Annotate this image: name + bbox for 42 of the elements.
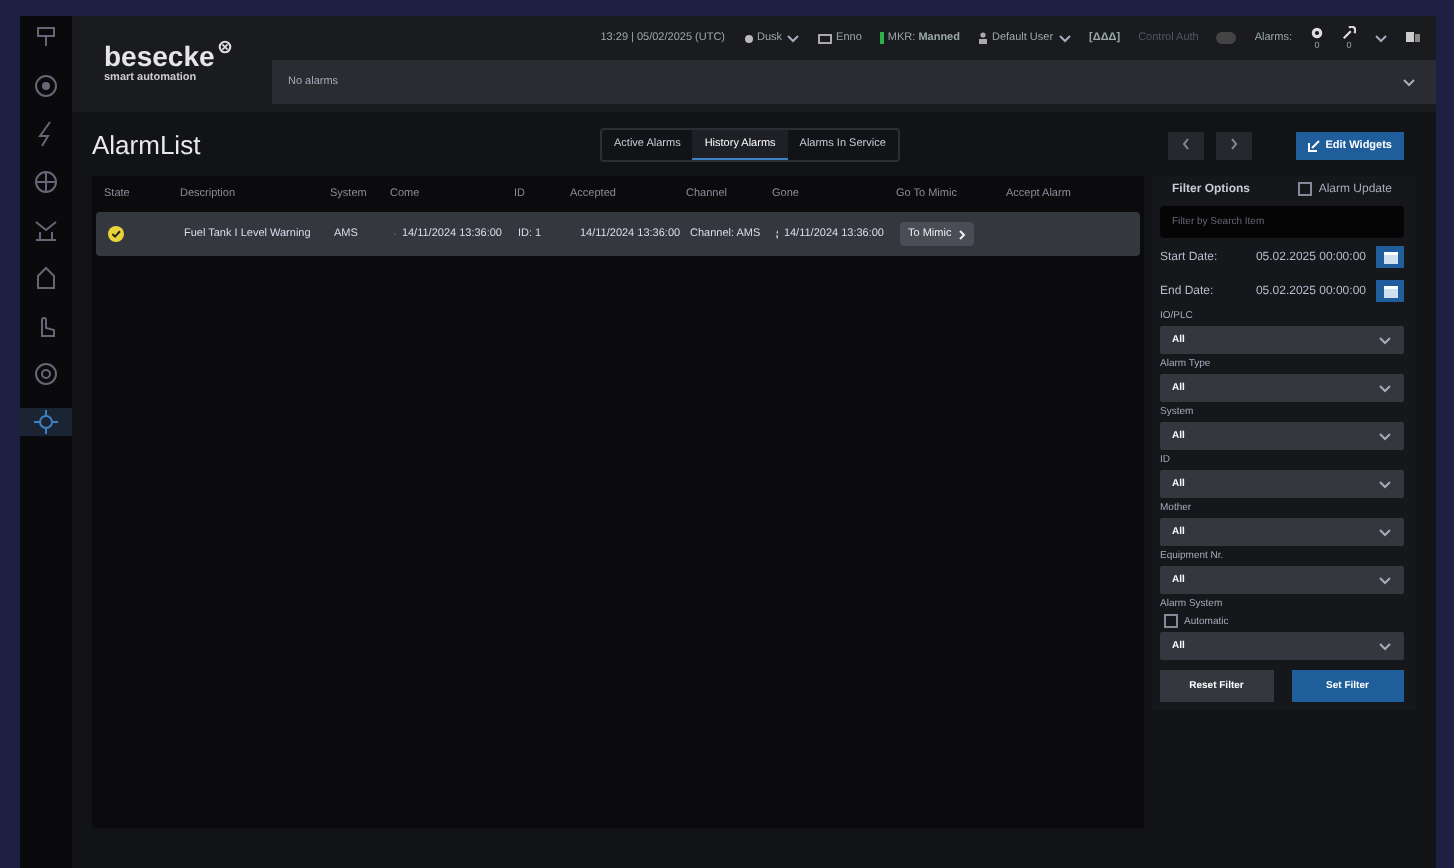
chevron-down-icon [1057, 33, 1072, 43]
chevron-down-icon [786, 33, 801, 43]
nav-icon [32, 408, 60, 436]
alarm-update-checkbox[interactable] [1298, 182, 1313, 196]
previous-button[interactable] [1168, 131, 1204, 159]
dot-icon [743, 33, 754, 43]
gear-icon[interactable] [1310, 26, 1324, 40]
chevron-down-icon [1378, 575, 1392, 585]
display-icon[interactable] [1406, 32, 1420, 44]
user-icon [977, 32, 988, 44]
chevron-down-icon [1378, 641, 1392, 651]
logo-icon [218, 40, 233, 54]
sidebar-item[interactable] [20, 408, 72, 436]
status-bar-icon [879, 32, 884, 44]
next-button[interactable] [1216, 131, 1252, 159]
calendar-button[interactable] [1376, 246, 1404, 268]
logo-text: besecke [104, 40, 215, 72]
chevron-left-icon [1182, 138, 1190, 150]
edit-icon [1307, 139, 1320, 151]
chevron-down-icon [1378, 335, 1392, 345]
page-title: AlarmList [92, 130, 203, 160]
calendar-button[interactable] [1376, 280, 1404, 302]
automatic-checkbox[interactable] [1164, 614, 1178, 628]
chevron-down-icon [1374, 33, 1388, 43]
chevron-down-icon [1378, 383, 1392, 393]
calendar-icon [1383, 251, 1397, 263]
control-auth-toggle[interactable] [1216, 32, 1237, 44]
chevron-down-icon [1378, 479, 1392, 489]
chevron-down-icon [1378, 527, 1392, 537]
chevron-down-icon [1402, 77, 1416, 87]
chevron-down-icon [1378, 431, 1392, 441]
nav-icon [32, 360, 60, 388]
check-badge-icon [108, 226, 124, 242]
nav-icon [32, 216, 60, 244]
nav-icon [32, 168, 60, 196]
calendar-icon [1383, 285, 1397, 297]
nav-icon [32, 72, 60, 100]
nav-icon [32, 264, 60, 292]
monitor-icon [818, 33, 833, 43]
nav-icon [32, 24, 60, 52]
chevron-right-icon [957, 229, 966, 239]
chevron-right-icon [1230, 138, 1238, 150]
